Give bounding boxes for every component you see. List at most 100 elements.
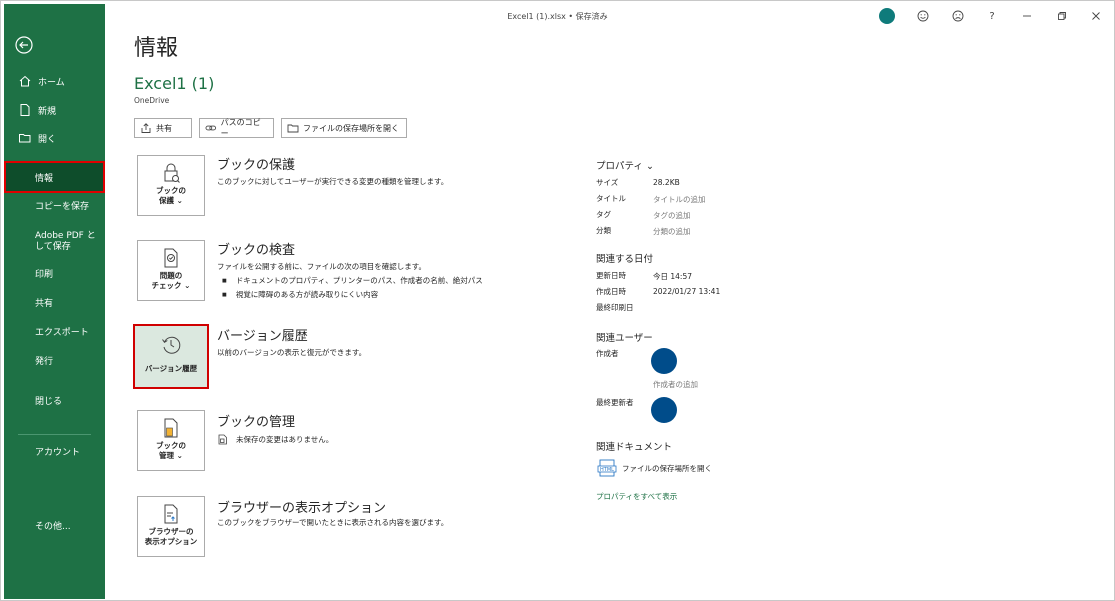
browser-view-options-button[interactable]: ブラウザーの 表示オプション [137,496,205,557]
nav-account-label: アカウント [35,447,81,458]
nav-print[interactable]: 印刷 [4,258,105,288]
share-button-label: 共有 [156,123,172,133]
created-date-value: 2022/01/27 13:41 [653,287,721,296]
account-avatar[interactable] [879,8,895,24]
minimize-button[interactable] [1018,7,1036,25]
open-file-location-button[interactable]: ファイルの保存場所を開く [281,118,407,138]
inspect-document-icon [164,248,178,268]
nav-share-label: 共有 [35,298,54,309]
back-arrow-icon [15,36,33,54]
last-modified-by-avatar[interactable] [651,397,677,423]
prop-size-value: 28.2KB [653,178,680,187]
inspect-bullet-2: 視覚に障碍のある方が読み取りにくい内容 [222,289,378,300]
restore-button[interactable] [1053,7,1071,25]
prop-tag-input[interactable]: タグの追加 [653,210,691,221]
folder-icon [287,124,299,133]
copy-path-button[interactable]: パスのコピー [199,118,274,138]
browser-view-options-button-label: ブラウザーの 表示オプション [144,527,198,546]
inspect-bullet-1: ドキュメントのプロパティ、プリンターのパス、作成者の名前、絶対パス [222,275,483,286]
lock-icon [164,163,180,183]
home-icon [19,75,31,87]
back-button[interactable] [14,35,34,55]
nav-save-adobe-pdf-label: Adobe PDF として保存 [35,231,96,252]
last-printed-label: 最終印刷日 [596,303,634,312]
nav-more-label: その他... [35,521,71,532]
smile-feedback-button[interactable] [914,7,932,25]
check-issues-button[interactable]: 問題の チェック ⌄ [137,240,205,301]
nav-save-copy-label: コピーを保存 [35,201,90,212]
nav-info[interactable]: 情報 [4,161,105,193]
nav-save-adobe-pdf[interactable]: Adobe PDF として保存 [4,224,105,260]
help-label: ? [989,10,995,22]
history-clock-icon [162,336,181,354]
properties-dropdown[interactable]: プロパティ ⌄ [596,158,654,172]
restore-icon [1058,12,1066,20]
nav-export[interactable]: エクスポート [4,316,105,346]
author-avatar[interactable] [651,348,677,374]
manage-workbook-desc-text: 未保存の変更はありません。 [236,435,334,444]
nav-save-copy[interactable]: コピーを保存 [4,190,105,220]
prop-tag-label: タグ [596,210,611,219]
protect-workbook-button[interactable]: ブックの 保護 ⌄ [137,155,205,216]
open-file-location-link[interactable]: HTML ファイルの保存場所を開く [597,459,712,477]
document-location: OneDrive [134,96,170,105]
frown-feedback-button[interactable] [949,7,967,25]
manage-workbook-desc: 未保存の変更はありません。 [217,434,333,445]
related-dates-heading: 関連する日付 [596,254,654,265]
protect-workbook-button-label: ブックの 保護 ⌄ [156,186,186,205]
close-window-button[interactable] [1087,7,1105,25]
manage-workbook-title: ブックの管理 [217,415,296,430]
browser-view-options-title: ブラウザーの表示オプション [217,501,387,516]
prop-title-input[interactable]: タイトルの追加 [653,194,706,205]
manage-workbook-button[interactable]: ブックの 管理 ⌄ [137,410,205,471]
nav-home-label: ホーム [38,77,65,88]
nav-close[interactable]: 閉じる [4,385,105,415]
document-status-icon [218,434,227,445]
frown-icon [952,10,964,22]
modified-date-label: 更新日時 [596,271,626,280]
window-title: Excel1 (1).xlsx • 保存済み [507,12,608,21]
nav-more[interactable]: その他... [4,510,105,540]
nav-account[interactable]: アカウント [4,436,105,466]
show-all-properties-link[interactable]: プロパティをすべて表示 [596,491,677,502]
share-button[interactable]: 共有 [134,118,192,138]
inspect-workbook-title: ブックの検査 [217,243,296,258]
prop-size-label: サイズ [596,178,619,187]
copy-path-label: パスのコピー [220,118,261,138]
nav-new-label: 新規 [38,106,57,117]
nav-home[interactable]: ホーム [4,66,105,96]
author-label: 作成者 [596,349,619,358]
nav-close-label: 閉じる [35,396,63,407]
html-file-icon: HTML [597,459,617,477]
help-button[interactable]: ? [984,7,1000,25]
nav-open-label: 開く [38,134,57,145]
nav-publish-label: 発行 [35,356,54,367]
nav-publish[interactable]: 発行 [4,345,105,375]
share-icon [141,123,151,133]
open-file-location-label: ファイルの保存場所を開く [303,123,399,133]
page-title: 情報 [134,36,179,61]
modified-date-value: 今日 14:57 [653,272,692,281]
last-modified-by-label: 最終更新者 [596,398,634,407]
nav-info-label: 情報 [35,173,54,184]
nav-export-label: エクスポート [35,327,89,338]
manage-workbook-icon [164,418,178,438]
minimize-icon [1023,15,1031,17]
nav-share[interactable]: 共有 [4,287,105,317]
smile-icon [917,10,929,22]
browser-view-options-desc: このブックをブラウザーで開いたときに表示される内容を選びます。 [217,518,449,527]
related-documents-heading: 関連ドキュメント [596,442,673,453]
protect-workbook-desc: このブックに対してユーザーが実行できる変更の種類を管理します。 [217,177,449,186]
sidebar-divider [18,434,91,435]
add-author-input[interactable]: 作成者の追加 [653,379,698,390]
version-history-button-label: バージョン履歴 [144,364,198,373]
nav-new[interactable]: 新規 [4,95,105,125]
prop-category-input[interactable]: 分類の追加 [653,226,691,237]
check-issues-button-label: 問題の チェック ⌄ [151,271,191,290]
open-folder-icon [19,134,31,143]
related-people-heading: 関連ユーザー [596,333,653,344]
version-history-button[interactable]: バージョン履歴 [133,324,209,389]
protect-workbook-title: ブックの保護 [217,158,296,173]
browser-view-icon [164,504,178,524]
nav-open[interactable]: 開く [4,123,105,153]
